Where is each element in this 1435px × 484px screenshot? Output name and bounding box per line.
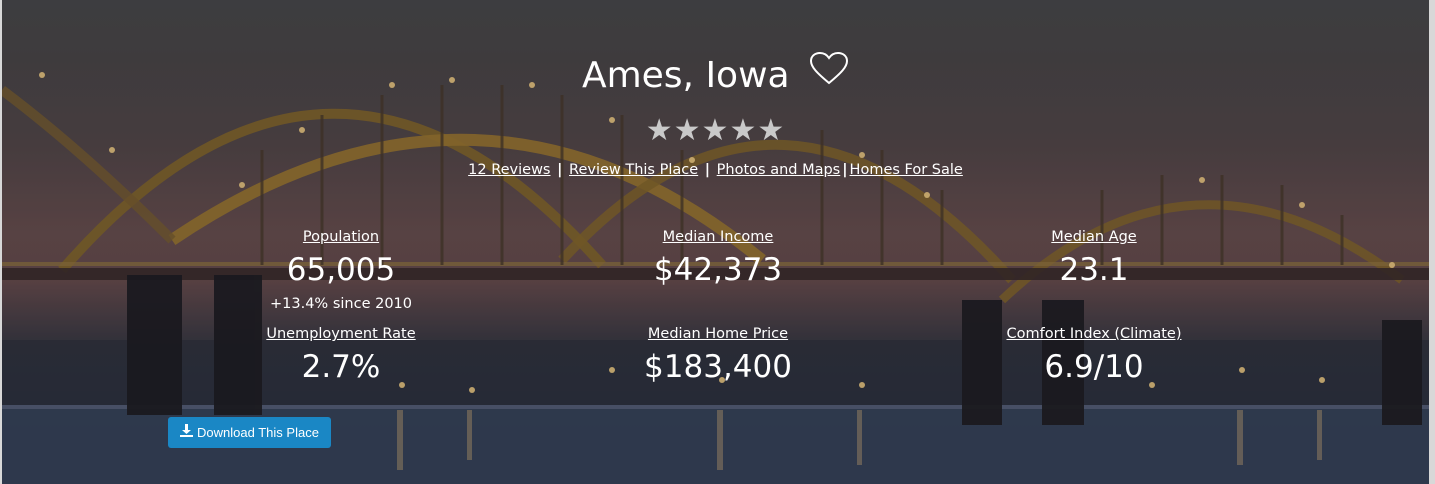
- median-income-value: $42,373: [653, 252, 783, 288]
- hero-banner: Ames, Iowa ★★★★★ 12 Reviews | Review Thi…: [0, 0, 1435, 484]
- heart-outline-icon[interactable]: [809, 50, 849, 98]
- stat-median-age: Median Age 23.1: [944, 228, 1244, 290]
- rating-stars[interactable]: ★★★★★: [2, 116, 1429, 146]
- stat-population: Population 65,005 +13.4% since 2010: [191, 228, 491, 314]
- star-icon[interactable]: ★: [729, 116, 757, 146]
- stat-median-income: Median Income $42,373: [568, 228, 868, 290]
- stat-comfort-index: Comfort Index (Climate) 6.9/10: [944, 325, 1244, 387]
- download-button-label: Download This Place: [197, 425, 319, 440]
- place-header: Ames, Iowa: [2, 50, 1429, 100]
- median-home-price-value: $183,400: [644, 349, 792, 385]
- population-change: +13.4% since 2010: [270, 296, 412, 312]
- median-age-label[interactable]: Median Age: [944, 228, 1244, 246]
- median-age-value: 23.1: [1059, 252, 1129, 288]
- star-icon[interactable]: ★: [646, 116, 674, 146]
- reviews-link[interactable]: 12 Reviews: [468, 162, 550, 178]
- download-this-place-button[interactable]: Download This Place: [168, 417, 331, 448]
- review-this-place-link[interactable]: Review This Place: [569, 162, 698, 178]
- population-value: 65,005: [286, 252, 396, 288]
- comfort-index-value: 6.9/10: [1044, 349, 1144, 385]
- place-links: 12 Reviews | Review This Place | Photos …: [2, 162, 1429, 178]
- star-icon[interactable]: ★: [674, 116, 702, 146]
- link-separator: |: [842, 162, 848, 178]
- link-separator: |: [704, 162, 711, 178]
- median-home-price-label[interactable]: Median Home Price: [568, 325, 868, 343]
- stat-median-home-price: Median Home Price $183,400: [568, 325, 868, 387]
- star-icon[interactable]: ★: [757, 116, 785, 146]
- unemployment-value: 2.7%: [301, 349, 381, 385]
- population-label[interactable]: Population: [191, 228, 491, 246]
- stat-unemployment: Unemployment Rate 2.7%: [191, 325, 491, 387]
- link-separator: |: [557, 162, 563, 178]
- median-income-label[interactable]: Median Income: [568, 228, 868, 246]
- unemployment-label[interactable]: Unemployment Rate: [191, 325, 491, 343]
- download-icon: [180, 417, 194, 448]
- page-title: Ames, Iowa: [581, 55, 790, 96]
- homes-for-sale-link[interactable]: Homes For Sale: [850, 162, 963, 178]
- photos-and-maps-link[interactable]: Photos and Maps: [717, 162, 841, 178]
- star-icon[interactable]: ★: [702, 116, 730, 146]
- comfort-index-label[interactable]: Comfort Index (Climate): [944, 325, 1244, 343]
